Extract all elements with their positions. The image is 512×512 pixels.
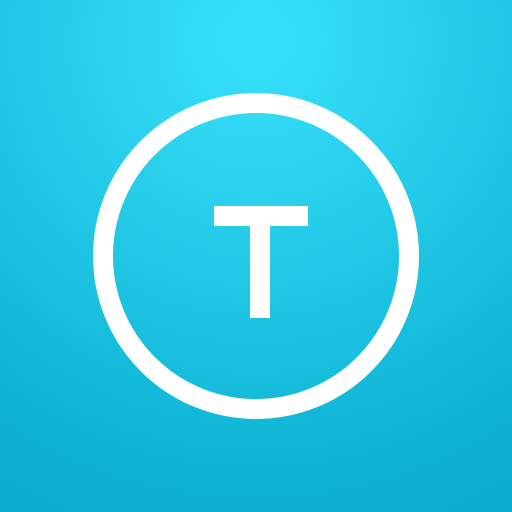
app-icon xyxy=(0,0,512,512)
t-logo-icon xyxy=(214,206,308,318)
t-stem xyxy=(250,206,270,318)
